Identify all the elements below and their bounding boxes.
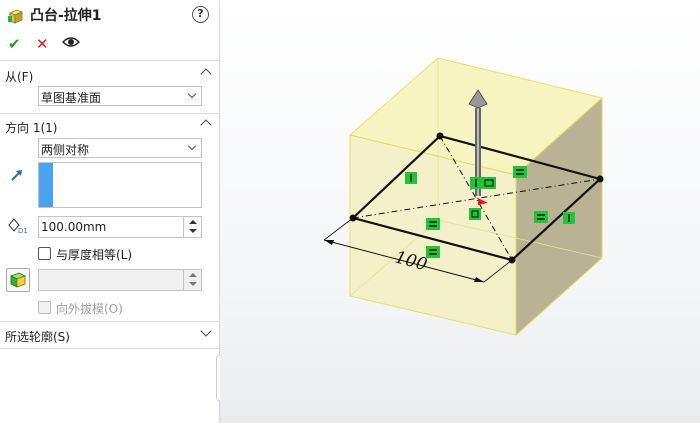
spin-down-icon [189,282,197,286]
selected-contours-title: 所选轮廓(S) [5,330,70,344]
chevron-down-icon [187,89,197,99]
feature-header: 凸台-拉伸1 ? [0,0,220,30]
draft-outward-checkbox [38,301,51,314]
draft-outward-label: 向外拔模(O) [56,302,123,316]
extension-line [323,217,354,241]
active-selection-indicator [39,163,53,207]
collapse-chevron-icon[interactable] [200,68,212,80]
feature-title: 凸台-拉伸1 [30,8,102,24]
direction-reference-list[interactable] [38,162,202,208]
direction1-section-header[interactable]: 方向 1(1) [0,117,220,137]
divider [0,60,220,61]
depth-input[interactable]: 100.00mm [38,216,202,238]
spin-up-icon[interactable] [189,220,197,224]
model-preview: 100 [323,57,604,337]
depth-dimension-icon: D1 [8,217,30,238]
equal-thickness-checkbox[interactable] [38,247,51,260]
from-section-title: 从(F) [5,70,34,84]
selected-contours-header[interactable]: 所选轮廓(S) [0,325,220,346]
direction1-title: 方向 1(1) [5,121,58,135]
select-face-button[interactable] [6,268,30,292]
depth-spinner[interactable] [183,217,201,237]
end-condition-value: 两侧对称 [41,143,90,157]
preview-eye-icon[interactable] [62,35,80,53]
svg-text:D1: D1 [18,227,28,235]
property-manager-panel: 凸台-拉伸1 ? ✔ ✕ 从(F) 草图基准面 方向 1(1) 两侧对称 D1 … [0,0,220,423]
dimension-arrow [324,240,334,245]
expand-chevron-icon[interactable] [200,325,212,337]
equal-thickness-label: 与厚度相等(L) [56,248,133,262]
boss-extrude-icon [7,7,25,28]
divider [0,113,220,114]
end-condition-select[interactable]: 两侧对称 [38,138,202,158]
solid-face-icon [10,272,26,288]
thickness-spinner [183,270,201,290]
sketch-point [436,132,444,140]
action-bar: ✔ ✕ [0,32,220,56]
help-button[interactable]: ? [192,6,209,23]
from-condition-value: 草图基准面 [41,91,102,105]
depth-value: 100.00mm [41,220,107,234]
spin-up-icon [189,273,197,277]
graphics-viewport[interactable]: 100 [220,0,700,423]
collapse-chevron-icon[interactable] [200,119,212,131]
spin-down-icon[interactable] [189,229,197,233]
reverse-direction-icon[interactable] [10,168,24,185]
from-section-header[interactable]: 从(F) [0,66,220,86]
from-condition-select[interactable]: 草图基准面 [38,86,202,106]
chevron-down-icon [187,141,197,151]
thickness-input [38,269,202,291]
divider [0,321,220,322]
ok-button[interactable]: ✔ [8,35,21,53]
sketch-point [596,175,604,183]
divider [0,348,220,349]
cancel-button[interactable]: ✕ [36,35,49,53]
